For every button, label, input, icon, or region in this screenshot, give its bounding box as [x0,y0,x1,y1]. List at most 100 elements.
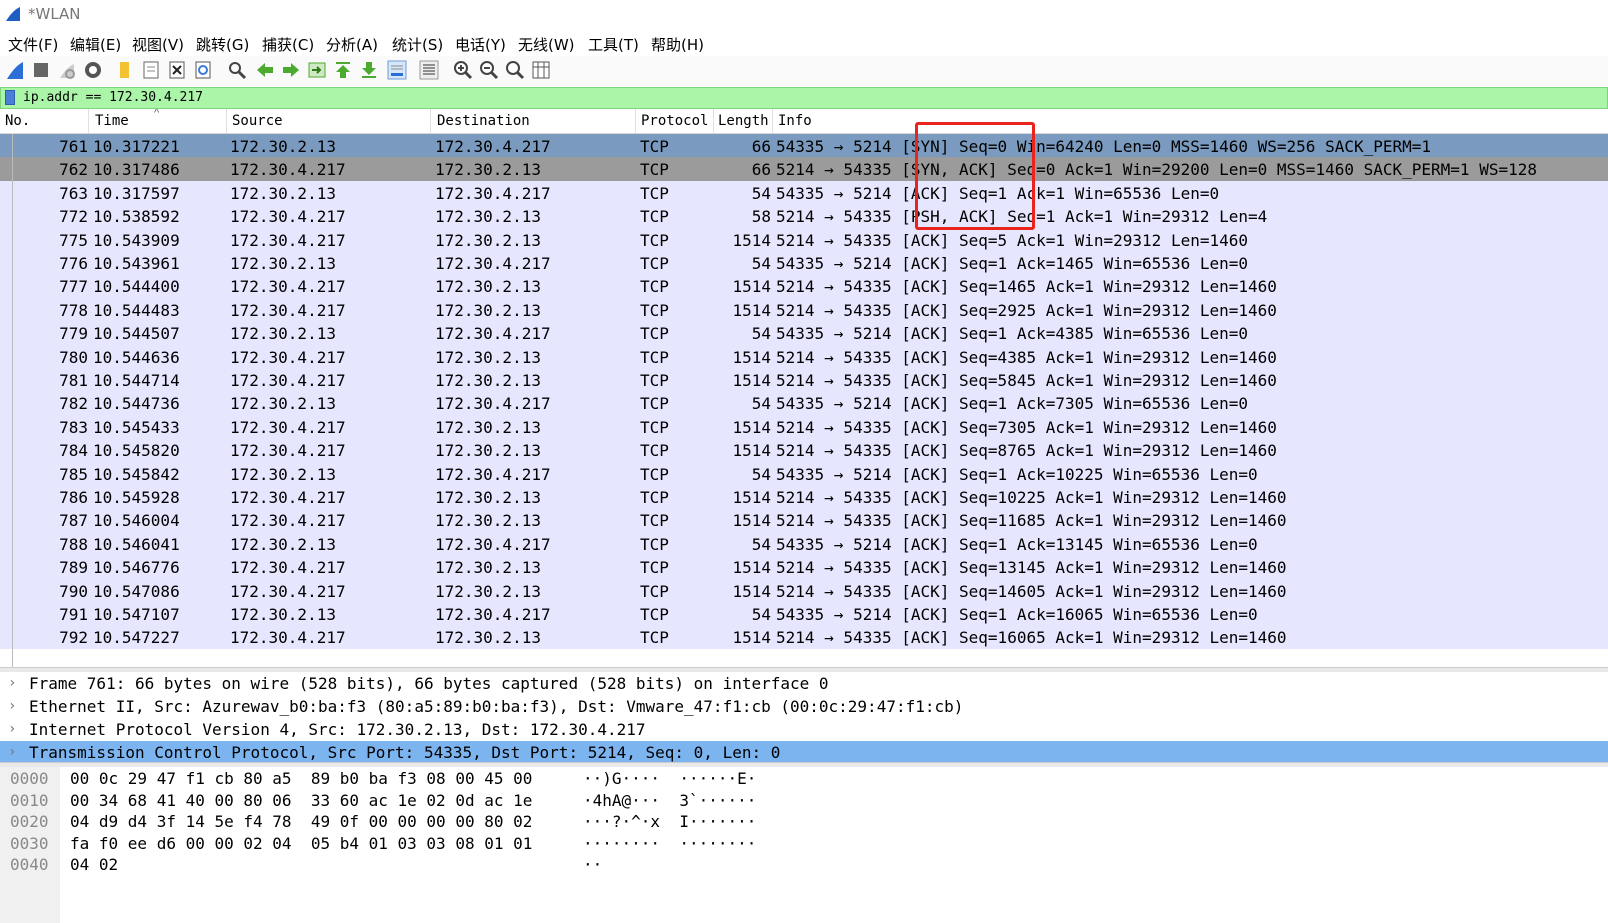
zoom-out-icon[interactable] [478,59,500,81]
menu-view[interactable]: 视图(V) [132,34,184,55]
packet-cell-proto: TCP [640,183,669,203]
packet-row[interactable]: 781 10.544714 172.30.4.217 172.30.2.13 TCP 15… [0,368,1608,392]
packet-row[interactable]: 776 10.543961 172.30.2.13 172.30.4.217 TCP 54… [0,251,1608,275]
go-first-packet-icon[interactable] [332,59,354,81]
packet-cell-proto: TCP [640,207,669,227]
go-back-icon[interactable] [254,59,276,81]
bookmark-icon[interactable] [5,90,15,105]
packet-cell-no: 776 [59,254,88,273]
column-info[interactable]: Info [778,113,812,129]
packet-cell-dst: 172.30.4.217 [435,605,551,624]
column-no[interactable]: No. [5,113,30,129]
bytes-row[interactable]: 0000 00 0c 29 47 f1 cb 80 a5 89 b0 ba f3 … [0,767,1608,789]
packet-row[interactable]: 785 10.545842 172.30.2.13 172.30.4.217 TCP 54… [0,461,1608,486]
packet-cell-info: 5214 → 54335 [ACK] Seq=14605 Ack=1 Win=2… [776,581,1287,601]
column-protocol[interactable]: Protocol [641,113,708,129]
column-source[interactable]: Source [232,113,283,129]
restart-capture-icon[interactable] [56,59,78,81]
packet-details[interactable]: › Frame 761: 66 bytes on wire (528 bits)… [0,672,1608,762]
reload-file-icon[interactable] [192,59,214,81]
packet-row[interactable]: 790 10.547086 172.30.4.217 172.30.2.13 TCP 15… [0,578,1608,603]
expand-chevron-icon[interactable]: › [8,721,16,737]
menu-edit[interactable]: 编辑(E) [70,34,121,55]
packet-row[interactable]: 761 10.317221 172.30.2.13 172.30.4.217 TCP 66… [0,134,1608,158]
packet-row[interactable]: 778 10.544483 172.30.4.217 172.30.2.13 TCP 15… [0,297,1608,322]
expand-chevron-icon[interactable]: › [8,675,16,691]
menu-go[interactable]: 跳转(G) [196,34,249,55]
packet-row[interactable]: 792 10.547227 172.30.4.217 172.30.2.13 TCP 15… [0,625,1608,650]
details-tcp[interactable]: › Transmission Control Protocol, Src Por… [0,741,1608,762]
details-ip[interactable]: › Internet Protocol Version 4, Src: 172.… [0,718,1608,742]
packet-bytes[interactable]: 0000 00 0c 29 47 f1 cb 80 a5 89 b0 ba f3 … [0,767,1608,923]
find-packet-icon[interactable] [226,59,248,81]
menu-help[interactable]: 帮助(H) [651,34,704,55]
go-last-packet-icon[interactable] [358,59,380,81]
bytes-row[interactable]: 0030 fa f0 ee d6 00 00 02 04 05 b4 01 03 … [0,832,1608,854]
packet-row[interactable]: 791 10.547107 172.30.2.13 172.30.4.217 TCP 54… [0,602,1608,626]
display-filter-bar[interactable]: ip.addr == 172.30.4.217 [0,87,1608,109]
column-length[interactable]: Length [718,113,769,129]
colorize-icon[interactable] [418,59,440,81]
menu-tools[interactable]: 工具(T) [588,34,639,55]
packet-cell-info: 54335 → 5214 [ACK] Seq=1 Ack=10225 Win=6… [776,464,1258,484]
packet-row[interactable]: 784 10.545820 172.30.4.217 172.30.2.13 TCP 15… [0,438,1608,463]
expand-chevron-icon[interactable]: › [8,744,16,760]
menu-capture[interactable]: 捕获(C) [262,34,314,55]
packet-cell-len: 1514 [732,628,771,648]
packet-cell-dst: 172.30.2.13 [435,558,541,578]
column-destination[interactable]: Destination [437,113,530,129]
menu-analyze[interactable]: 分析(A) [326,34,378,55]
zoom-in-icon[interactable] [452,59,474,81]
menu-file[interactable]: 文件(F) [8,34,58,55]
packet-cell-no: 782 [59,394,88,414]
expand-chevron-icon[interactable]: › [8,698,16,714]
details-ethernet[interactable]: › Ethernet II, Src: Azurewav_b0:ba:f3 (8… [0,695,1608,719]
bytes-row[interactable]: 0040 04 02 ·· [0,853,1608,875]
bytes-row[interactable]: 0010 00 34 68 41 40 00 80 06 33 60 ac 1e … [0,789,1608,811]
packet-cell-len: 54 [751,324,771,344]
packet-row[interactable]: 787 10.546004 172.30.4.217 172.30.2.13 TCP 15… [0,508,1608,533]
packet-row[interactable]: 789 10.546776 172.30.4.217 172.30.2.13 TCP 15… [0,555,1608,580]
packet-row[interactable]: 782 10.544736 172.30.2.13 172.30.4.217 TCP 54… [0,391,1608,416]
menu-wireless[interactable]: 无线(W) [518,34,575,55]
packet-cell-no: 779 [59,324,88,344]
packet-cell-time: 10.546776 [93,558,180,578]
go-forward-icon[interactable] [280,59,302,81]
go-to-packet-icon[interactable] [306,59,328,81]
display-filter-input[interactable]: ip.addr == 172.30.4.217 [23,90,203,105]
bytes-hex: 00 34 68 41 40 00 80 06 33 60 ac 1e 02 0… [70,790,533,810]
packet-row[interactable]: 777 10.544400 172.30.4.217 172.30.2.13 TCP 15… [0,274,1608,299]
packet-row[interactable]: 779 10.544507 172.30.2.13 172.30.4.217 TCP 54… [0,321,1608,346]
packet-cell-dst: 172.30.2.13 [435,628,541,648]
packet-row[interactable]: 762 10.317486 172.30.4.217 172.30.2.13 TCP 66… [0,157,1608,182]
column-time[interactable]: Time [95,113,129,129]
packet-cell-src: 172.30.4.217 [230,628,346,648]
stop-capture-icon[interactable] [30,59,52,81]
close-file-icon[interactable] [166,59,188,81]
packet-cell-len: 1514 [732,441,771,461]
packet-row[interactable]: 772 10.538592 172.30.4.217 172.30.2.13 TCP 58… [0,204,1608,229]
packet-list[interactable]: No. Time ^ Source Destination Protocol L… [0,109,1608,667]
zoom-normal-icon[interactable] [504,59,526,81]
packet-row[interactable]: 775 10.543909 172.30.4.217 172.30.2.13 TCP 15… [0,227,1608,252]
open-file-icon[interactable] [114,59,136,81]
details-frame[interactable]: › Frame 761: 66 bytes on wire (528 bits)… [0,672,1608,696]
save-file-icon[interactable] [140,59,162,81]
packet-row[interactable]: 780 10.544636 172.30.4.217 172.30.2.13 TCP 15… [0,344,1608,369]
packet-row[interactable]: 763 10.317597 172.30.2.13 172.30.4.217 TCP 54… [0,180,1608,205]
resize-columns-icon[interactable] [530,59,552,81]
menu-telephony[interactable]: 电话(Y) [455,34,506,55]
autoscroll-icon[interactable] [386,59,408,81]
packet-row[interactable]: 786 10.545928 172.30.4.217 172.30.2.13 TCP 15… [0,485,1608,509]
packet-row[interactable]: 788 10.546041 172.30.2.13 172.30.4.217 TCP 54… [0,531,1608,556]
start-capture-icon[interactable] [4,59,26,81]
packet-cell-time: 10.538592 [93,207,180,227]
menu-statistics[interactable]: 统计(S) [392,34,443,55]
bytes-offset: 0020 [10,812,49,831]
packet-cell-no: 761 [59,137,88,156]
bytes-row[interactable]: 0020 04 d9 d4 3f 14 5e f4 78 49 0f 00 00 … [0,810,1608,832]
capture-options-icon[interactable] [82,59,104,81]
packet-cell-proto: TCP [640,230,669,250]
packet-list-header: No. Time ^ Source Destination Protocol L… [0,109,1608,134]
packet-row[interactable]: 783 10.545433 172.30.4.217 172.30.2.13 TCP 15… [0,414,1608,439]
